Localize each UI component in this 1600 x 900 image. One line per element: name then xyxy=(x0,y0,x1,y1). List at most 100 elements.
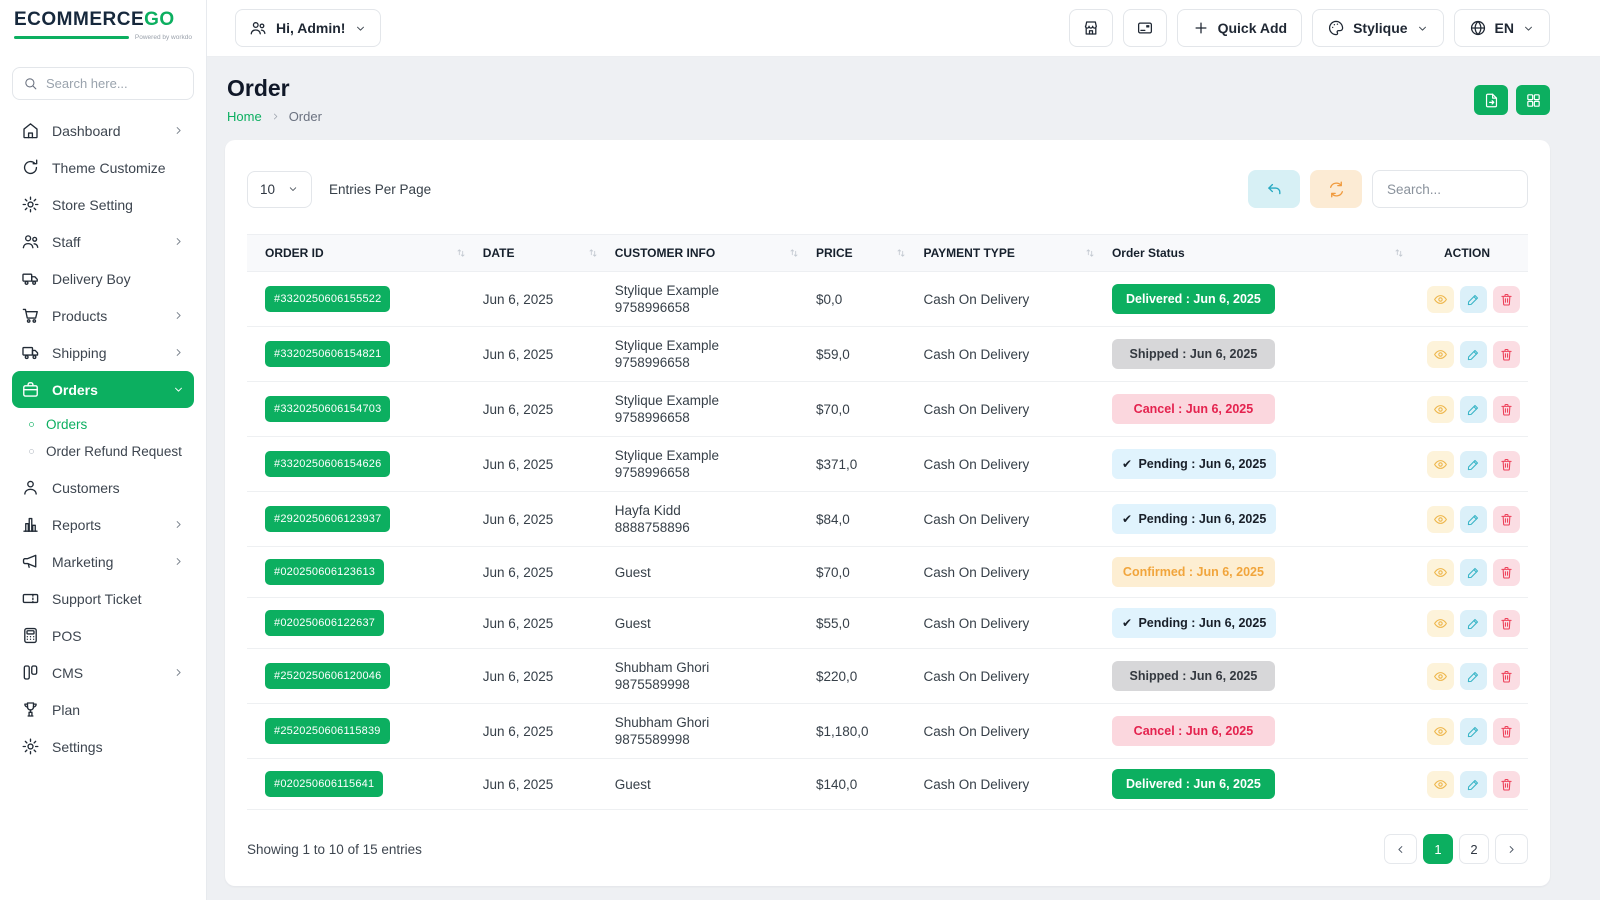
view-button[interactable] xyxy=(1427,559,1454,586)
order-id-badge[interactable]: #020250606115641 xyxy=(265,771,383,797)
column-header-customer-info[interactable]: CUSTOMER INFO xyxy=(607,235,808,272)
order-id-badge[interactable]: #020250606123613 xyxy=(265,559,384,585)
storefront-button[interactable] xyxy=(1069,9,1113,47)
edit-button[interactable] xyxy=(1460,451,1487,478)
quick-add-button[interactable]: Quick Add xyxy=(1177,9,1303,47)
sidebar-item-orders[interactable]: Orders xyxy=(12,371,194,408)
edit-button[interactable] xyxy=(1460,506,1487,533)
view-button[interactable] xyxy=(1427,451,1454,478)
entries-per-page-select[interactable]: 10 xyxy=(247,171,312,208)
order-id-badge[interactable]: #3320250606155522 xyxy=(265,286,390,312)
order-id-badge[interactable]: #2520250606115839 xyxy=(265,718,390,744)
export-button[interactable] xyxy=(1474,85,1508,115)
sidebar-item-theme-customize[interactable]: Theme Customize xyxy=(12,149,194,186)
table-row: #020250606115641Jun 6, 2025Guest$140,0Ca… xyxy=(247,759,1528,810)
delete-button[interactable] xyxy=(1493,610,1520,637)
column-header-price[interactable]: PRICE xyxy=(808,235,915,272)
sidebar-item-label: Dashboard xyxy=(52,123,160,139)
sidebar-subitem-orders[interactable]: Orders xyxy=(12,411,194,438)
view-button[interactable] xyxy=(1427,396,1454,423)
edit-button[interactable] xyxy=(1460,663,1487,690)
sidebar-item-reports[interactable]: Reports xyxy=(12,506,194,543)
order-price: $59,0 xyxy=(808,327,915,382)
sidebar-item-cms[interactable]: CMS xyxy=(12,654,194,691)
sidebar-item-customers[interactable]: Customers xyxy=(12,469,194,506)
sidebar-item-support-ticket[interactable]: Support Ticket xyxy=(12,580,194,617)
edit-button[interactable] xyxy=(1460,559,1487,586)
entries-per-page-label: Entries Per Page xyxy=(329,182,431,197)
payment-type: Cash On Delivery xyxy=(915,649,1103,704)
delete-button[interactable] xyxy=(1493,771,1520,798)
sidebar-item-staff[interactable]: Staff xyxy=(12,223,194,260)
home-icon xyxy=(21,121,40,140)
sidebar-item-shipping[interactable]: Shipping xyxy=(12,334,194,371)
edit-button[interactable] xyxy=(1460,771,1487,798)
sidebar-item-marketing[interactable]: Marketing xyxy=(12,543,194,580)
bullet-icon xyxy=(27,420,36,429)
sidebar-subitem-order-refund-request[interactable]: Order Refund Request xyxy=(12,438,194,465)
sidebar-item-products[interactable]: Products xyxy=(12,297,194,334)
support-ticket-icon xyxy=(21,589,40,608)
breadcrumb-home-link[interactable]: Home xyxy=(227,109,262,124)
edit-button[interactable] xyxy=(1460,610,1487,637)
showing-entries-label: Showing 1 to 10 of 15 entries xyxy=(247,842,422,857)
plan-card-button[interactable] xyxy=(1123,9,1167,47)
view-button[interactable] xyxy=(1427,771,1454,798)
delete-button[interactable] xyxy=(1493,341,1520,368)
edit-button[interactable] xyxy=(1460,396,1487,423)
payment-type: Cash On Delivery xyxy=(915,327,1103,382)
pagination-next[interactable] xyxy=(1495,834,1528,864)
pagination-prev[interactable] xyxy=(1384,834,1417,864)
language-select-button[interactable]: EN xyxy=(1454,9,1550,47)
table-search-input[interactable] xyxy=(1372,170,1528,208)
order-id-badge[interactable]: #3320250606154821 xyxy=(265,341,390,367)
sidebar-item-store-setting[interactable]: Store Setting xyxy=(12,186,194,223)
sidebar-item-plan[interactable]: Plan xyxy=(12,691,194,728)
order-id-badge[interactable]: #3320250606154626 xyxy=(265,451,390,477)
logo[interactable]: ECOMMERCEGO Powered by workdo xyxy=(0,0,206,57)
delete-button[interactable] xyxy=(1493,559,1520,586)
column-header-payment-type[interactable]: PAYMENT TYPE xyxy=(915,235,1103,272)
sidebar-item-pos[interactable]: POS xyxy=(12,617,194,654)
order-id-badge[interactable]: #2520250606120046 xyxy=(265,663,390,689)
view-button[interactable] xyxy=(1427,341,1454,368)
column-header-label: PAYMENT TYPE xyxy=(923,246,1014,260)
sidebar-search-input[interactable] xyxy=(46,76,183,91)
refresh-button[interactable] xyxy=(1310,170,1362,208)
sidebar-item-settings[interactable]: Settings xyxy=(12,728,194,765)
payment-type: Cash On Delivery xyxy=(915,272,1103,327)
view-button[interactable] xyxy=(1427,610,1454,637)
delete-button[interactable] xyxy=(1493,286,1520,313)
order-id-badge[interactable]: #3320250606154703 xyxy=(265,396,390,422)
pagination-page-1[interactable]: 1 xyxy=(1423,834,1453,864)
shipping-icon xyxy=(21,343,40,362)
view-button[interactable] xyxy=(1427,286,1454,313)
table-row: #3320250606154703Jun 6, 2025Stylique Exa… xyxy=(247,382,1528,437)
undo-button[interactable] xyxy=(1248,170,1300,208)
theme-select-button[interactable]: Stylique xyxy=(1312,9,1443,47)
delete-button[interactable] xyxy=(1493,663,1520,690)
trash-icon xyxy=(1499,347,1514,362)
delete-button[interactable] xyxy=(1493,451,1520,478)
view-button[interactable] xyxy=(1427,718,1454,745)
order-id-badge[interactable]: #020250606122637 xyxy=(265,610,384,636)
edit-button[interactable] xyxy=(1460,341,1487,368)
edit-button[interactable] xyxy=(1460,718,1487,745)
sidebar-item-dashboard[interactable]: Dashboard xyxy=(12,112,194,149)
view-button[interactable] xyxy=(1427,663,1454,690)
delete-button[interactable] xyxy=(1493,718,1520,745)
grid-view-button[interactable] xyxy=(1516,85,1550,115)
column-header-order-id[interactable]: ORDER ID xyxy=(247,235,475,272)
user-menu-button[interactable]: Hi, Admin! xyxy=(235,9,381,47)
table-row: #2920250606123937Jun 6, 2025Hayfa Kidd88… xyxy=(247,492,1528,547)
pagination-page-2[interactable]: 2 xyxy=(1459,834,1489,864)
column-header-date[interactable]: DATE xyxy=(475,235,607,272)
order-id-badge[interactable]: #2920250606123937 xyxy=(265,506,390,532)
sidebar-item-delivery-boy[interactable]: Delivery Boy xyxy=(12,260,194,297)
column-header-order-status[interactable]: Order Status xyxy=(1104,235,1413,272)
edit-button[interactable] xyxy=(1460,286,1487,313)
delete-button[interactable] xyxy=(1493,506,1520,533)
view-button[interactable] xyxy=(1427,506,1454,533)
payment-type: Cash On Delivery xyxy=(915,492,1103,547)
delete-button[interactable] xyxy=(1493,396,1520,423)
